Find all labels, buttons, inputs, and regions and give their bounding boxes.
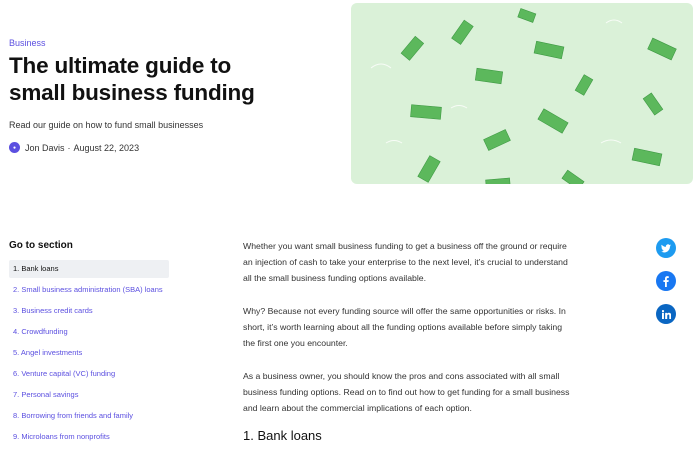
byline-separator: · <box>67 142 71 153</box>
table-of-contents: Go to section 1. Bank loans 2. Small bus… <box>9 240 169 449</box>
bill-icon <box>647 37 677 61</box>
facebook-share-button[interactable] <box>656 271 676 291</box>
toc-item-friends-family[interactable]: 8. Borrowing from friends and family <box>9 407 169 425</box>
bill-icon <box>574 74 594 96</box>
article-paragraph: Whether you want small business funding … <box>243 241 568 283</box>
bill-icon <box>410 104 442 120</box>
toc-item-venture-capital[interactable]: 6. Venture capital (VC) funding <box>9 365 169 383</box>
page-subtitle: Read our guide on how to fund small busi… <box>9 120 204 130</box>
bill-icon <box>533 40 565 60</box>
bill-icon <box>417 155 441 183</box>
toc-item-business-credit-cards[interactable]: 3. Business credit cards <box>9 302 169 320</box>
bill-icon <box>400 35 425 61</box>
linkedin-share-button[interactable] <box>656 304 676 324</box>
page-title: The ultimate guide to small business fun… <box>9 52 339 106</box>
bill-icon <box>537 108 569 134</box>
article-paragraph: As a business owner, you should know the… <box>243 371 570 413</box>
bill-icon <box>642 92 664 116</box>
article-paragraph: Why? Because not every funding source wi… <box>243 306 566 348</box>
toc-item-microloans[interactable]: 9. Microloans from nonprofits <box>9 428 169 446</box>
twitter-icon <box>661 243 671 252</box>
publish-date: August 22, 2023 <box>73 142 140 153</box>
article-body: Whether you want small business funding … <box>243 238 573 444</box>
category-link[interactable]: Business <box>9 38 339 48</box>
byline: ● Jon Davis · August 22, 2023 <box>9 142 339 153</box>
bill-icon <box>485 177 511 184</box>
bill-icon <box>631 147 663 167</box>
title-line-1: The ultimate guide to <box>9 53 232 78</box>
author-name[interactable]: Jon Davis <box>25 143 65 153</box>
article-header: Business The ultimate guide to small bus… <box>9 38 339 153</box>
hero-illustration <box>351 3 693 184</box>
bill-icon <box>517 8 537 23</box>
toc-item-bank-loans[interactable]: 1. Bank loans <box>9 260 169 278</box>
twitter-share-button[interactable] <box>656 238 676 258</box>
linkedin-icon <box>661 309 671 319</box>
section-heading: 1. Bank loans <box>243 428 322 443</box>
share-bar <box>656 238 676 337</box>
bill-icon <box>451 19 474 45</box>
toc-item-angel-investments[interactable]: 5. Angel investments <box>9 344 169 362</box>
toc-item-crowdfunding[interactable]: 4. Crowdfunding <box>9 323 169 341</box>
bill-icon <box>483 129 511 151</box>
toc-item-personal-savings[interactable]: 7. Personal savings <box>9 386 169 404</box>
facebook-icon <box>663 275 669 287</box>
bill-icon <box>561 169 585 184</box>
money-bills-illustration <box>370 8 677 184</box>
title-line-2: small business funding <box>9 80 255 105</box>
bill-icon <box>474 67 504 85</box>
avatar: ● <box>9 142 20 153</box>
toc-item-sba-loans[interactable]: 2. Small business administration (SBA) l… <box>9 281 169 299</box>
toc-title: Go to section <box>9 240 73 251</box>
